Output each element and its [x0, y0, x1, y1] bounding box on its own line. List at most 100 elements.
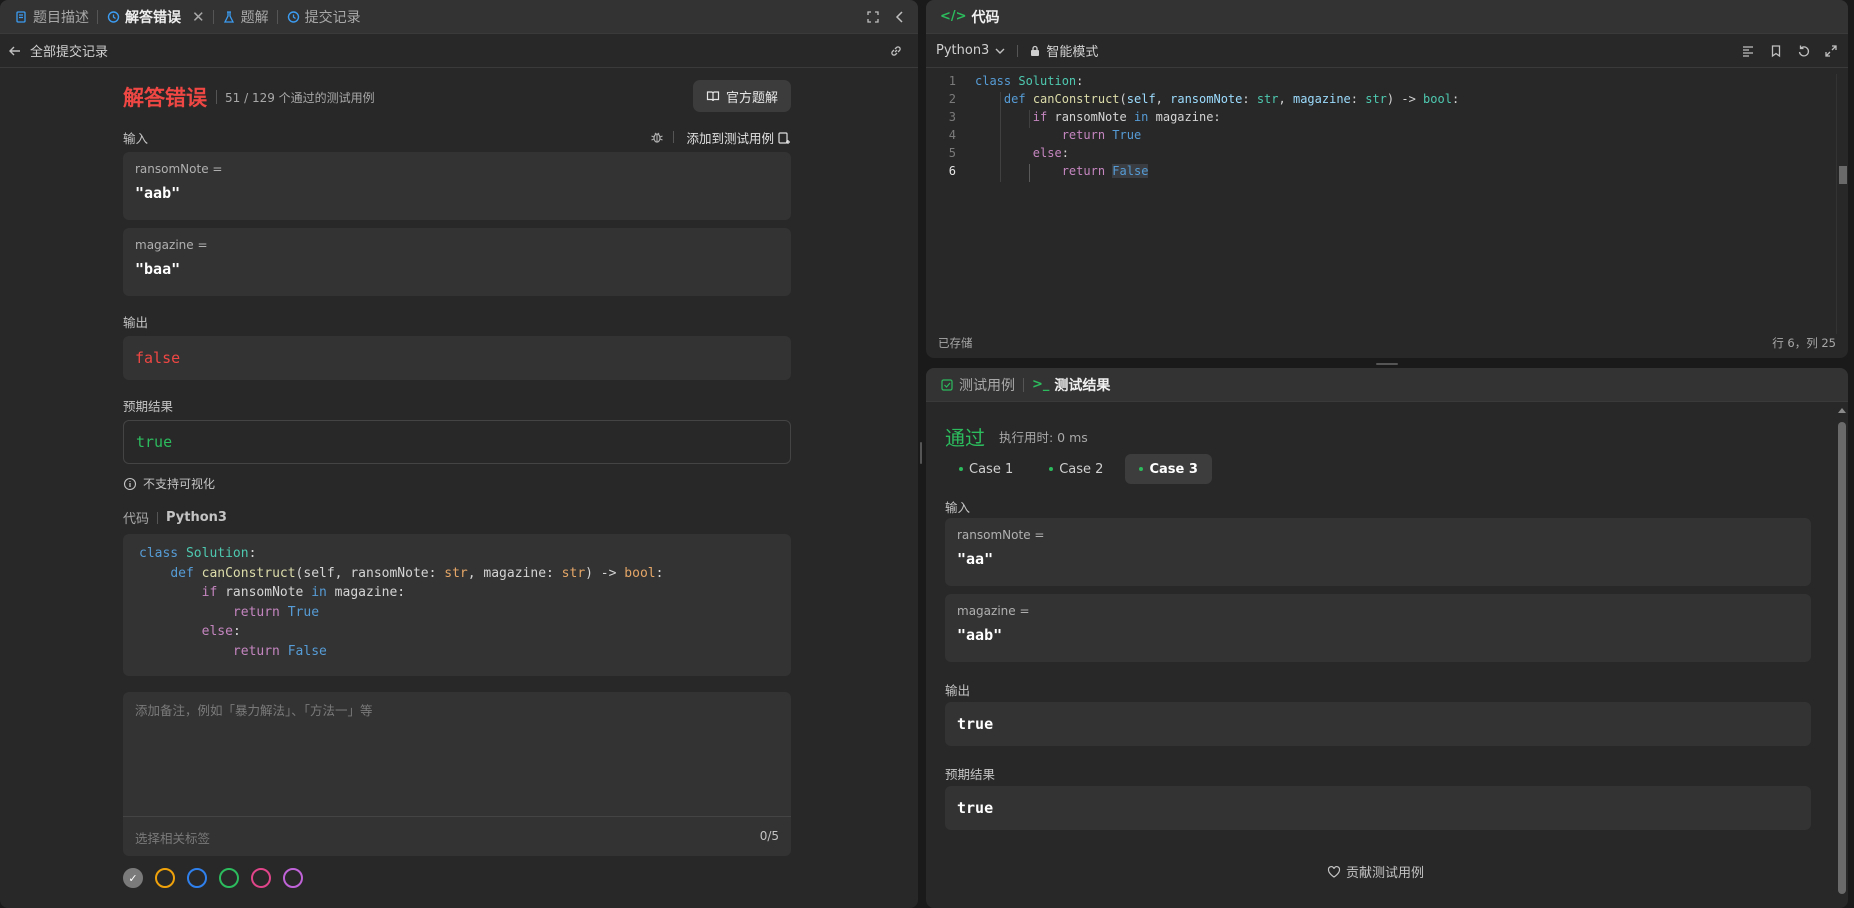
input-variable-value: "aab"	[957, 626, 1003, 644]
scrollbar-thumb[interactable]	[1839, 166, 1847, 184]
scrollbar-thumb[interactable]	[1838, 422, 1846, 894]
debug-divider	[673, 131, 674, 143]
tab-divider	[276, 9, 278, 24]
color-tag-gray[interactable]: ✓	[123, 868, 143, 888]
passed-cases-summary: 51 / 129 个通过的测试用例	[225, 90, 375, 105]
code-brackets-icon: </>	[940, 9, 967, 24]
color-tag-pink[interactable]	[251, 868, 271, 888]
contribute-label: 贡献测试用例	[1346, 866, 1425, 881]
note-editor: 添加备注，例如「暴力解法」、「方法一」等 选择相关标签 0/5	[123, 692, 791, 856]
color-tag-purple[interactable]	[283, 868, 303, 888]
code-line: if ransomNote in magazine:	[1032, 110, 1221, 124]
fullscreen-icon[interactable]	[866, 10, 880, 24]
code-line: class Solution:	[975, 74, 1084, 88]
line-number: 2	[948, 92, 956, 106]
color-tag-row: ✓	[123, 868, 315, 888]
vertical-resize-handle[interactable]	[920, 442, 922, 464]
tab-test-result[interactable]: >_ 测试结果	[1026, 368, 1116, 402]
line-number: 3	[948, 110, 956, 124]
code-line: def canConstruct(self, ransomNote: str, …	[170, 565, 664, 581]
editor-scrollbar[interactable]	[1836, 74, 1848, 334]
output-label: 输出	[123, 315, 149, 330]
tab-submission-result[interactable]: 解答错误 ✕	[100, 0, 211, 34]
pass-dot	[1049, 467, 1054, 471]
result-input-magazine-box: magazine = "aab"	[945, 594, 1811, 662]
tab-testcases-label: 测试用例	[959, 377, 1015, 394]
contribute-testcase-button[interactable]: 贡献测试用例	[1327, 862, 1424, 881]
case-tab-1[interactable]: Case 1	[945, 454, 1027, 484]
test-results-panel: 测试用例 >_ 测试结果 通过 执行用时: 0 ms Case 1 Case 2…	[926, 368, 1848, 908]
smart-mode-label: 智能模式	[1046, 45, 1099, 60]
terminal-icon: >_	[1032, 377, 1050, 392]
runtime-text: 执行用时: 0 ms	[999, 430, 1088, 445]
tab-description[interactable]: 题目描述	[8, 0, 95, 34]
flask-icon	[222, 10, 236, 24]
tab-testcases[interactable]: 测试用例	[934, 368, 1021, 402]
history-icon	[106, 10, 120, 24]
official-solution-button[interactable]: 官方题解	[692, 80, 791, 112]
close-icon[interactable]: ✕	[192, 8, 205, 26]
submission-panel: 题目描述 解答错误 ✕ 题解 提交记录 全部提交记录 解答错误 51 / 129…	[0, 0, 918, 908]
code-language: Python3	[166, 510, 227, 525]
results-tab-bar: 测试用例 >_ 测试结果	[926, 368, 1848, 402]
code-line: if ransomNote in magazine:	[201, 585, 406, 600]
tab-solutions[interactable]: 题解	[216, 0, 275, 34]
horizontal-resize-handle[interactable]	[1376, 363, 1398, 365]
code-line-active: return False	[1061, 164, 1149, 178]
line-numbers: 1 2 3 4 5 6	[926, 74, 966, 182]
result-input-label: 输入	[945, 500, 971, 515]
indent-guide	[1029, 164, 1030, 182]
tag-select[interactable]: 选择相关标签	[135, 828, 210, 847]
format-icon[interactable]	[1741, 44, 1755, 58]
language-select[interactable]: Python3	[936, 43, 1007, 58]
visualize-note-text: 不支持可视化	[143, 477, 216, 491]
toolbar-divider	[1017, 44, 1019, 57]
editor-toolbar: Python3 智能模式	[926, 34, 1848, 68]
lock-icon	[1028, 44, 1042, 58]
tab-divider	[212, 9, 214, 24]
tab-submissions-label: 提交记录	[304, 9, 361, 26]
book-icon	[706, 89, 720, 103]
indent-guide	[1000, 92, 1001, 182]
tab-code[interactable]: </> 代码	[934, 0, 1006, 34]
reset-icon[interactable]	[1797, 44, 1811, 58]
color-tag-green[interactable]	[219, 868, 239, 888]
case-tab-2[interactable]: Case 2	[1035, 454, 1117, 484]
color-tag-orange[interactable]	[155, 868, 175, 888]
code-line: class Solution:	[139, 546, 257, 561]
back-arrow-icon[interactable]	[8, 44, 22, 58]
checkbox-icon	[940, 378, 954, 392]
add-testcase-button[interactable]: 添加到测试用例	[686, 128, 791, 147]
scroll-up-arrow[interactable]	[1838, 408, 1846, 413]
color-tag-blue[interactable]	[187, 868, 207, 888]
debug-icon[interactable]	[650, 130, 664, 144]
case-tab-label: Case 2	[1059, 461, 1104, 477]
tab-solutions-label: 题解	[240, 9, 269, 26]
bookmark-icon[interactable]	[1769, 44, 1783, 58]
input-variable-value: "aab"	[135, 184, 181, 202]
tab-submissions[interactable]: 提交记录	[280, 0, 367, 34]
code-line: return True	[1061, 128, 1142, 142]
results-scrollbar[interactable]	[1838, 408, 1846, 904]
tab-code-label: 代码	[971, 9, 1000, 26]
expected-value: true	[136, 433, 173, 451]
expand-icon[interactable]	[1824, 44, 1838, 58]
cursor-position: 行 6，列 25	[1772, 336, 1836, 350]
code-editor[interactable]: 1 2 3 4 5 6 class Solution: def canConst…	[926, 74, 1848, 334]
case-tab-3[interactable]: Case 3	[1125, 454, 1212, 484]
left-tab-bar: 题目描述 解答错误 ✕ 题解 提交记录	[0, 0, 918, 34]
input-variable-name: ransomNote =	[135, 162, 223, 176]
expected-box: true	[123, 420, 791, 464]
smart-mode-toggle[interactable]: 智能模式	[1028, 41, 1098, 60]
all-submissions-link[interactable]: 全部提交记录	[30, 41, 108, 60]
collapse-icon[interactable]	[893, 10, 907, 24]
code-line: return False	[232, 643, 327, 659]
pass-dot	[1139, 467, 1144, 471]
code-editor-panel: </> 代码 Python3 智能模式 1 2 3 4 5 6 class So…	[926, 0, 1848, 358]
line-number: 1	[948, 74, 956, 88]
note-textarea[interactable]: 添加备注，例如「暴力解法」、「方法一」等	[135, 700, 373, 719]
code-header: 代码 Python3	[123, 508, 227, 527]
input-magazine-box: magazine = "baa"	[123, 228, 791, 296]
add-testcase-label: 添加到测试用例	[686, 131, 774, 146]
link-icon[interactable]	[889, 44, 903, 58]
